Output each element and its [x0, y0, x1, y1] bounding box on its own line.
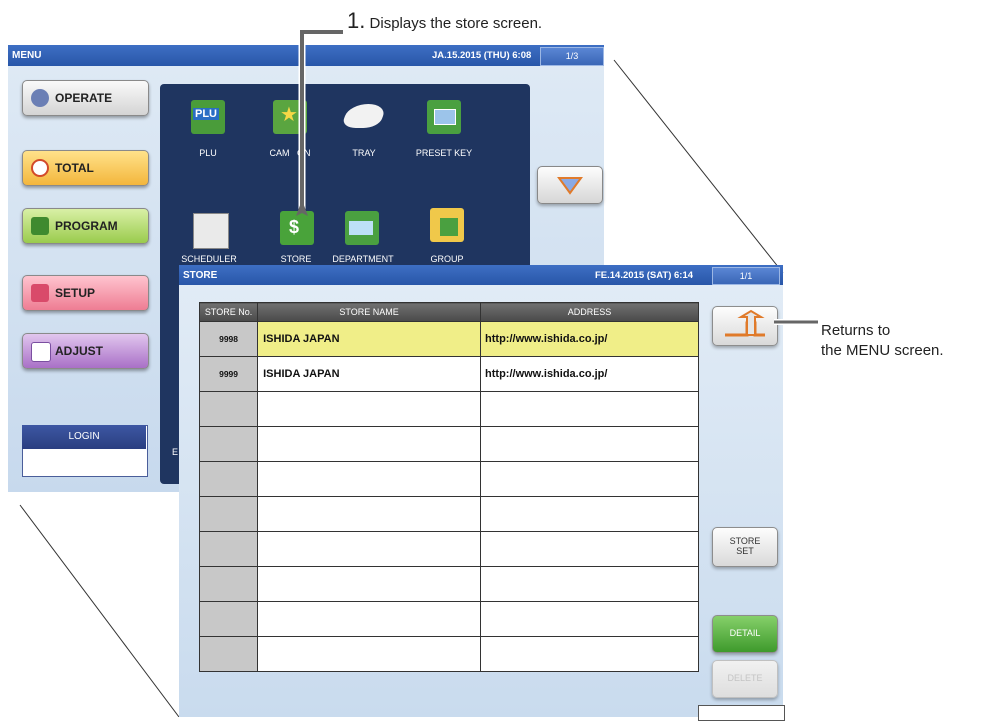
return-callout-line2: the MENU screen.: [821, 342, 944, 359]
return-callout-line1: Returns to: [821, 322, 891, 339]
return-callout: Returns to the MENU screen.: [821, 321, 944, 361]
